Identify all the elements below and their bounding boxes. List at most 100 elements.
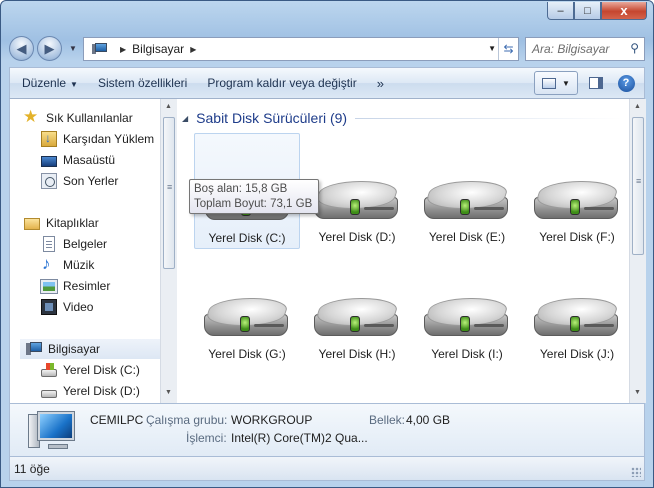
nav-scroll-thumb[interactable]: ≡ <box>163 117 175 269</box>
nav-pictures-label: Resimler <box>63 279 111 293</box>
nav-libraries[interactable]: Kitaplıklar <box>24 213 99 233</box>
help-button[interactable]: ? <box>614 71 638 95</box>
change-view-button[interactable]: ▼ <box>534 71 578 95</box>
nav-documents[interactable]: Belgeler <box>41 234 107 254</box>
nav-music[interactable]: Müzik <box>41 254 94 275</box>
group-header-hard-disks[interactable]: ◢ Sabit Disk Sürücüleri (9) <box>182 109 622 127</box>
recent-pages-dropdown[interactable]: ▼ <box>69 44 77 53</box>
forward-arrow-icon: ▶ <box>44 40 55 56</box>
forward-button[interactable]: ▶ <box>37 36 62 61</box>
explorer-window: – □ x ◀ ▶ ▼ ▶ Bilgisayar ▶ ▼ ⇆ Ara: Bilg… <box>0 0 654 488</box>
group-title: Sabit Disk Sürücüleri (9) <box>196 110 348 126</box>
group-divider <box>355 117 622 119</box>
hard-disk-icon <box>533 294 621 340</box>
collapse-triangle-icon[interactable]: ◢ <box>182 114 188 123</box>
main-scroll-thumb[interactable]: ≡ <box>632 117 644 255</box>
nav-scrollbar[interactable]: ▲ ≡ ▼ <box>160 99 177 403</box>
breadcrumb-computer[interactable]: Bilgisayar <box>132 42 184 56</box>
cpu-label: İşlemci: <box>186 431 227 445</box>
back-button[interactable]: ◀ <box>9 36 34 61</box>
address-bar[interactable]: ▶ Bilgisayar ▶ ▼ ⇆ <box>83 37 519 61</box>
content-area: Sık Kullanılanlar Karşıdan Yüklem Masaüs… <box>9 99 646 403</box>
minimize-button[interactable]: – <box>547 2 574 20</box>
breadcrumb-separator-icon[interactable]: ▶ <box>120 45 126 54</box>
nav-pictures[interactable]: Resimler <box>40 276 111 296</box>
libraries-folder-icon <box>24 218 40 230</box>
resize-grip-icon[interactable] <box>631 467 641 477</box>
hard-disk-icon <box>423 177 511 223</box>
breadcrumb-separator-icon[interactable]: ▶ <box>190 45 196 54</box>
nav-computer[interactable]: Bilgisayar <box>20 339 160 359</box>
nav-recent-places[interactable]: Son Yerler <box>41 171 118 191</box>
computer-name: CEMILPC <box>90 413 144 427</box>
computer-icon <box>28 410 76 452</box>
search-placeholder: Ara: Bilgisayar <box>532 42 610 56</box>
help-icon: ? <box>617 74 635 92</box>
file-list-pane: ◢ Sabit Disk Sürücüleri (9) Yerel Disk (… <box>178 99 629 403</box>
item-count: 11 öğe <box>14 461 50 476</box>
drive-label: Yerel Disk (D:) <box>318 230 396 244</box>
nav-downloads-label: Karşıdan Yüklem <box>63 132 155 146</box>
nav-favorites-label: Sık Kullanılanlar <box>46 111 133 125</box>
main-scrollbar[interactable]: ▲ ≡ ▼ <box>629 99 646 403</box>
drive-tooltip: Boş alan: 15,8 GB Toplam Boyut: 73,1 GB <box>189 179 319 214</box>
search-icon[interactable]: ⚲ <box>630 41 639 55</box>
hard-disk-icon <box>533 177 621 223</box>
more-commands-button[interactable]: » <box>377 76 384 91</box>
organize-label: Düzenle <box>22 76 67 90</box>
navigation-pane: Sık Kullanılanlar Karşıdan Yüklem Masaüs… <box>10 99 160 403</box>
nav-libraries-label: Kitaplıklar <box>46 216 99 230</box>
uninstall-program-button[interactable]: Program kaldır veya değiştir <box>207 76 356 90</box>
nav-drive-c[interactable]: Yerel Disk (C:) <box>41 360 140 380</box>
nav-drive-d[interactable]: Yerel Disk (D:) <box>41 381 140 401</box>
drive-label: Yerel Disk (E:) <box>428 230 506 244</box>
drive-tile-j[interactable]: Yerel Disk (J:) <box>524 250 629 366</box>
drive-tile-d[interactable]: Yerel Disk (D:) <box>304 133 410 249</box>
nav-downloads[interactable]: Karşıdan Yüklem <box>41 129 154 149</box>
hard-disk-icon <box>203 294 291 340</box>
maximize-button[interactable]: □ <box>574 2 601 20</box>
computer-icon <box>26 341 42 357</box>
drive-tile-i[interactable]: Yerel Disk (I:) <box>414 250 520 366</box>
scroll-down-icon[interactable]: ▼ <box>634 389 641 396</box>
memory-label: Bellek: <box>369 413 406 427</box>
organize-button[interactable]: Düzenle ▼ <box>22 76 78 90</box>
documents-icon <box>43 236 55 252</box>
nav-desktop[interactable]: Masaüstü <box>41 150 115 170</box>
workgroup-label: Çalışma grubu: <box>146 413 228 427</box>
nav-videos[interactable]: Video <box>41 297 93 317</box>
system-properties-button[interactable]: Sistem özellikleri <box>98 76 187 90</box>
drive-tile-f[interactable]: Yerel Disk (F:) <box>524 133 629 249</box>
drive-tile-g[interactable]: Yerel Disk (G:) <box>194 250 300 366</box>
drive-tile-e[interactable]: Yerel Disk (E:) <box>414 133 520 249</box>
nav-drive-d-label: Yerel Disk (D:) <box>63 384 140 398</box>
close-button[interactable]: x <box>601 2 647 20</box>
refresh-icon: ⇆ <box>503 42 514 56</box>
search-input[interactable]: Ara: Bilgisayar ⚲ <box>525 37 645 61</box>
nav-recent-label: Son Yerler <box>63 174 119 188</box>
preview-pane-button[interactable] <box>584 71 608 95</box>
hard-disk-icon <box>423 294 511 340</box>
refresh-button[interactable]: ⇆ <box>498 38 518 60</box>
scroll-down-icon[interactable]: ▼ <box>165 389 172 396</box>
drive-label: Yerel Disk (H:) <box>318 347 396 361</box>
nav-desktop-label: Masaüstü <box>63 153 116 167</box>
drive-tile-h[interactable]: Yerel Disk (H:) <box>304 250 410 366</box>
tooltip-total-size: Toplam Boyut: 73,1 GB <box>194 198 313 210</box>
status-bar: 11 öğe <box>9 457 645 481</box>
view-controls: ▼ ? <box>534 71 638 95</box>
hard-disk-icon <box>313 177 401 223</box>
navigation-row: ◀ ▶ ▼ ▶ Bilgisayar ▶ ▼ ⇆ Ara: Bilgisayar… <box>9 34 645 64</box>
drive-label: Yerel Disk (F:) <box>539 230 615 244</box>
chevron-down-icon: ▼ <box>70 80 78 89</box>
address-dropdown-icon[interactable]: ▼ <box>488 44 496 53</box>
desktop-icon <box>41 155 57 167</box>
nav-favorites[interactable]: Sık Kullanılanlar <box>23 107 133 128</box>
view-icon <box>542 77 557 89</box>
scroll-up-icon[interactable]: ▲ <box>634 103 641 110</box>
system-drive-icon <box>41 363 57 377</box>
scroll-up-icon[interactable]: ▲ <box>165 103 172 110</box>
nav-videos-label: Video <box>63 300 94 314</box>
drive-icon <box>41 390 57 398</box>
music-icon <box>41 254 57 274</box>
